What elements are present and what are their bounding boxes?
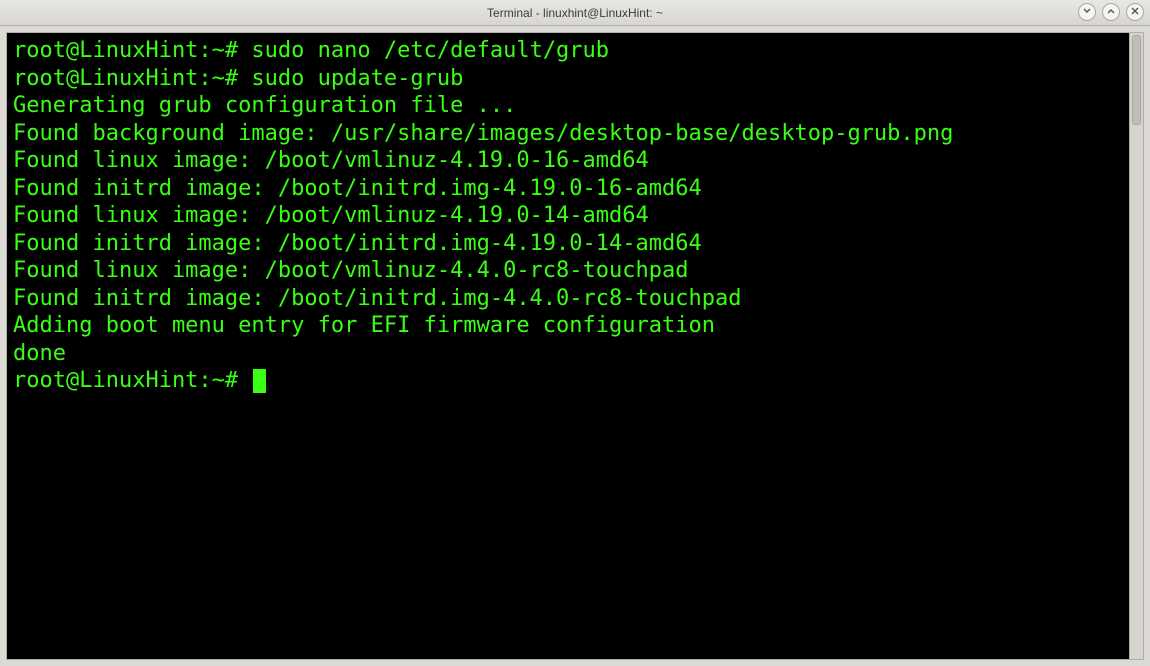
window-frame: root@LinuxHint:~# sudo nano /etc/default… [0,26,1150,666]
terminal-output-line: Found initrd image: /boot/initrd.img-4.4… [13,286,741,311]
terminal-command: sudo nano /etc/default/grub [251,38,609,63]
terminal-output-line: done [13,341,66,366]
terminal-output-line: Generating grub configuration file ... [13,93,516,118]
window-controls [1078,3,1144,21]
close-icon [1130,6,1140,19]
terminal-prompt: root@LinuxHint:~# [13,38,238,63]
terminal-output-line: Found linux image: /boot/vmlinuz-4.4.0-r… [13,258,689,283]
terminal-output[interactable]: root@LinuxHint:~# sudo nano /etc/default… [7,33,1129,659]
terminal-line: root@LinuxHint:~# sudo nano /etc/default… [13,37,1123,65]
window-titlebar: Terminal - linuxhint@LinuxHint: ~ [0,0,1150,26]
terminal-line: Found initrd image: /boot/initrd.img-4.1… [13,175,1123,203]
terminal-line: Found background image: /usr/share/image… [13,120,1123,148]
terminal-output-line: Adding boot menu entry for EFI firmware … [13,313,715,338]
terminal-prompt: root@LinuxHint:~# [13,66,238,91]
terminal-output-line: Found background image: /usr/share/image… [13,121,953,146]
terminal-command: sudo update-grub [251,66,463,91]
terminal-line: root@LinuxHint:~# sudo update-grub [13,65,1123,93]
terminal-line: Adding boot menu entry for EFI firmware … [13,312,1123,340]
maximize-icon [1106,6,1116,19]
minimize-icon [1082,6,1092,19]
close-button[interactable] [1126,3,1144,21]
terminal-container: root@LinuxHint:~# sudo nano /etc/default… [6,32,1144,660]
terminal-line: root@LinuxHint:~# [13,367,1123,395]
window-title: Terminal - linuxhint@LinuxHint: ~ [0,6,1150,20]
terminal-line: Generating grub configuration file ... [13,92,1123,120]
terminal-output-line: Found initrd image: /boot/initrd.img-4.1… [13,176,702,201]
terminal-line: Found initrd image: /boot/initrd.img-4.1… [13,230,1123,258]
terminal-line: Found linux image: /boot/vmlinuz-4.4.0-r… [13,257,1123,285]
terminal-output-line: Found linux image: /boot/vmlinuz-4.19.0-… [13,148,649,173]
scrollbar-thumb[interactable] [1132,35,1141,125]
terminal-line: Found linux image: /boot/vmlinuz-4.19.0-… [13,147,1123,175]
terminal-cursor [253,369,266,393]
scrollbar-vertical[interactable] [1129,33,1143,659]
terminal-line: done [13,340,1123,368]
terminal-line: Found initrd image: /boot/initrd.img-4.4… [13,285,1123,313]
terminal-output-line: Found initrd image: /boot/initrd.img-4.1… [13,231,702,256]
terminal-prompt: root@LinuxHint:~# [13,368,238,393]
maximize-button[interactable] [1102,3,1120,21]
terminal-output-line: Found linux image: /boot/vmlinuz-4.19.0-… [13,203,649,228]
terminal-line: Found linux image: /boot/vmlinuz-4.19.0-… [13,202,1123,230]
minimize-button[interactable] [1078,3,1096,21]
